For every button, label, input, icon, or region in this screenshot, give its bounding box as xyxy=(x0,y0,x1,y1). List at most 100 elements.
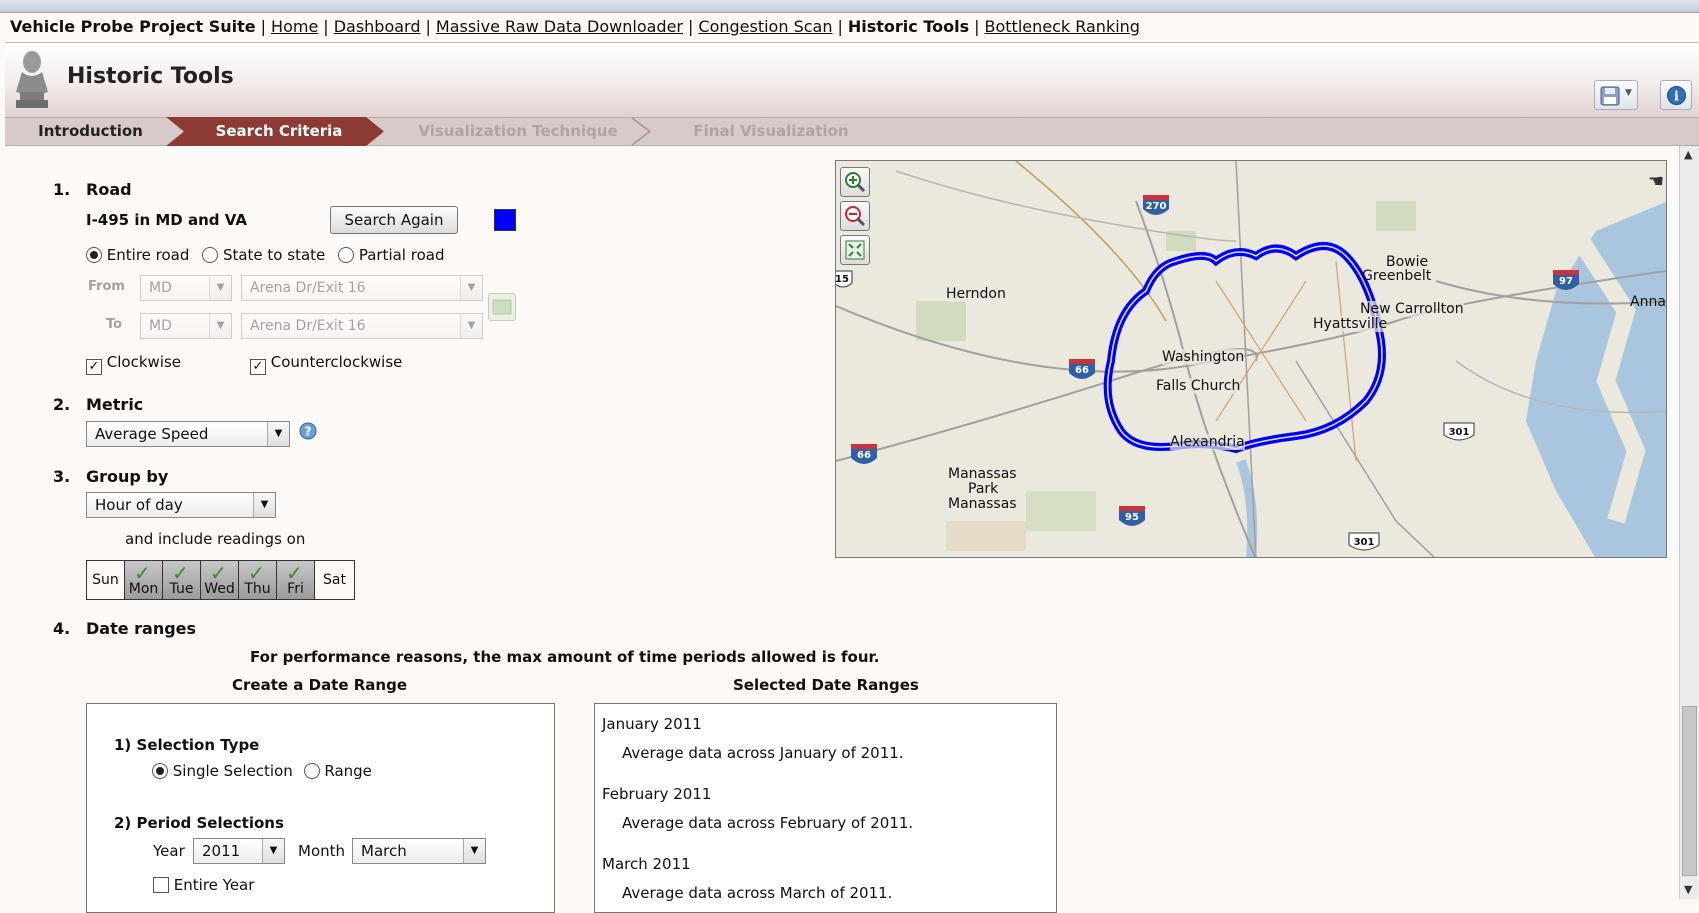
section-number-groupby: 3. xyxy=(53,467,71,486)
nav-link-raw-data-downloader[interactable]: Massive Raw Data Downloader xyxy=(436,17,683,36)
zoom-in-button[interactable] xyxy=(840,167,870,197)
zoom-extent-button[interactable] xyxy=(840,235,870,265)
us-route-shield-15-icon: 15 xyxy=(836,270,853,288)
selection-type-options: Single Selection Range xyxy=(152,762,372,780)
entire-year-label: Entire Year xyxy=(173,876,255,894)
day-toggle-mon[interactable]: ✓ Mon xyxy=(125,561,163,599)
day-toggle-tue[interactable]: ✓ Tue xyxy=(163,561,201,599)
zoom-in-icon xyxy=(845,172,866,193)
page-header xyxy=(5,42,1699,117)
map-label-greenbelt: Greenbelt xyxy=(1362,268,1432,284)
day-toggle-sun[interactable]: Sun xyxy=(87,561,125,599)
nav-link-dashboard[interactable]: Dashboard xyxy=(334,17,421,36)
period-selections-label: 2) Period Selections xyxy=(114,814,284,832)
svg-text:301: 301 xyxy=(1354,537,1375,548)
clockwise-label: Clockwise xyxy=(106,353,182,371)
from-state-select[interactable]: MD ▼ xyxy=(140,275,232,301)
metric-select[interactable]: Average Speed ▼ xyxy=(86,421,290,447)
radio-entire-road[interactable] xyxy=(86,247,102,263)
step-visualization-technique[interactable]: Visualization Technique xyxy=(400,119,636,144)
map-label-washington: Washington xyxy=(1162,349,1245,365)
date-range-item-title[interactable]: March 2011 xyxy=(602,855,691,873)
search-again-button[interactable]: Search Again xyxy=(330,206,458,234)
selected-date-ranges-title: Selected Date Ranges xyxy=(733,676,919,694)
us-route-shield-301-icon: 301 xyxy=(1443,422,1475,441)
vertical-scrollbar[interactable]: ▲ ▼ xyxy=(1679,146,1699,899)
from-label: From xyxy=(88,279,125,294)
map-label-falls-church: Falls Church xyxy=(1156,378,1241,394)
day-toggle-sat[interactable]: Sat xyxy=(315,561,354,599)
map-label-anna: Anna xyxy=(1630,294,1666,310)
direction-options-2: ✓ Counterclockwise xyxy=(250,353,402,375)
date-range-item-title[interactable]: January 2011 xyxy=(602,715,702,733)
step-search-criteria[interactable]: Search Criteria xyxy=(184,119,374,144)
month-select[interactable]: March ▼ xyxy=(352,838,486,864)
map-label-herndon: Herndon xyxy=(946,286,1006,302)
step-final-visualization[interactable]: Final Visualization xyxy=(660,119,882,144)
road-scope-options: Entire road State to state Partial road xyxy=(86,246,444,264)
counterclockwise-checkbox[interactable]: ✓ xyxy=(250,359,266,375)
map-icon xyxy=(492,299,512,315)
to-exit-select[interactable]: Arena Dr/Exit 16 ▼ xyxy=(241,313,483,339)
entire-year-checkbox[interactable] xyxy=(153,877,169,893)
map-label-hyattsville: Hyattsville xyxy=(1313,316,1388,332)
day-toggle-fri[interactable]: ✓ Fri xyxy=(277,561,315,599)
route-map[interactable]: 270 97 66 66 95 301 301 15 Herndon Washi… xyxy=(835,160,1667,558)
section-number-dates: 4. xyxy=(53,619,71,638)
section-number-road: 1. xyxy=(53,180,71,199)
day-toggle-thu[interactable]: ✓ Thu xyxy=(239,561,277,599)
include-readings-text: and include readings on xyxy=(125,530,306,548)
map-select-button[interactable] xyxy=(488,293,516,321)
interstate-shield-66-icon: 66 xyxy=(851,444,877,464)
scroll-up-icon[interactable]: ▲ xyxy=(1684,148,1692,161)
map-label-new-carrollton: New Carrollton xyxy=(1360,301,1464,317)
svg-text:270: 270 xyxy=(1146,201,1167,212)
svg-text:i: i xyxy=(1674,90,1679,105)
chevron-down-icon: ▼ xyxy=(267,422,289,446)
svg-text:?: ? xyxy=(305,425,312,439)
info-button[interactable]: i xyxy=(1660,80,1692,110)
date-range-item-title[interactable]: February 2011 xyxy=(602,785,711,803)
month-label: Month xyxy=(298,842,346,860)
direction-options: ✓ Clockwise xyxy=(86,353,181,375)
groupby-select[interactable]: Hour of day ▼ xyxy=(86,492,276,518)
svg-text:66: 66 xyxy=(1075,365,1089,376)
save-menu-button[interactable]: ▼ xyxy=(1594,80,1638,110)
date-range-item-desc: Average data across March of 2011. xyxy=(622,884,893,902)
selected-date-ranges-list: January 2011 Average data across January… xyxy=(594,703,1057,913)
from-exit-select[interactable]: Arena Dr/Exit 16 ▼ xyxy=(241,275,483,301)
route-color-swatch[interactable] xyxy=(494,209,516,231)
scroll-down-icon[interactable]: ▼ xyxy=(1684,883,1692,896)
suite-brand: Vehicle Probe Project Suite xyxy=(10,17,256,36)
map-label-manassas: Manassas xyxy=(948,466,1017,482)
chevron-down-icon: ▼ xyxy=(253,493,275,517)
nav-link-home[interactable]: Home xyxy=(271,17,318,36)
interstate-shield-95-icon: 95 xyxy=(1119,506,1145,526)
svg-text:301: 301 xyxy=(1449,427,1470,438)
step-introduction[interactable]: Introduction xyxy=(8,119,173,144)
window-top-strip xyxy=(0,0,1699,13)
us-route-shield-301-icon: 301 xyxy=(1348,532,1380,551)
radio-label-state-to-state: State to state xyxy=(222,246,326,264)
map-label-park: Park xyxy=(968,481,999,497)
radio-label-entire-road: Entire road xyxy=(106,246,190,264)
radio-label-single-selection: Single Selection xyxy=(172,762,293,780)
radio-partial-road[interactable] xyxy=(338,247,355,263)
clockwise-checkbox[interactable]: ✓ xyxy=(86,359,102,375)
bust-logo-icon xyxy=(16,51,48,108)
scrollbar-thumb[interactable] xyxy=(1682,706,1697,876)
radio-range[interactable] xyxy=(303,763,320,779)
day-toggle-wed[interactable]: ✓ Wed xyxy=(201,561,239,599)
chevron-down-icon: ▼ xyxy=(209,276,231,300)
help-icon[interactable]: ? xyxy=(299,422,317,440)
zoom-out-button[interactable] xyxy=(840,201,870,231)
year-select[interactable]: 2011 ▼ xyxy=(193,838,285,864)
road-name: I-495 in MD and VA xyxy=(86,211,247,229)
nav-link-bottleneck-ranking[interactable]: Bottleneck Ranking xyxy=(985,17,1140,36)
top-navigation: Vehicle Probe Project Suite | Home | Dashboa… xyxy=(10,17,1140,36)
nav-link-congestion-scan[interactable]: Congestion Scan xyxy=(698,17,832,36)
map-label-manassas-2: Manassas xyxy=(948,496,1017,512)
radio-state-to-state[interactable] xyxy=(202,247,219,263)
to-state-select[interactable]: MD ▼ xyxy=(140,313,232,339)
radio-single-selection[interactable] xyxy=(152,763,168,779)
